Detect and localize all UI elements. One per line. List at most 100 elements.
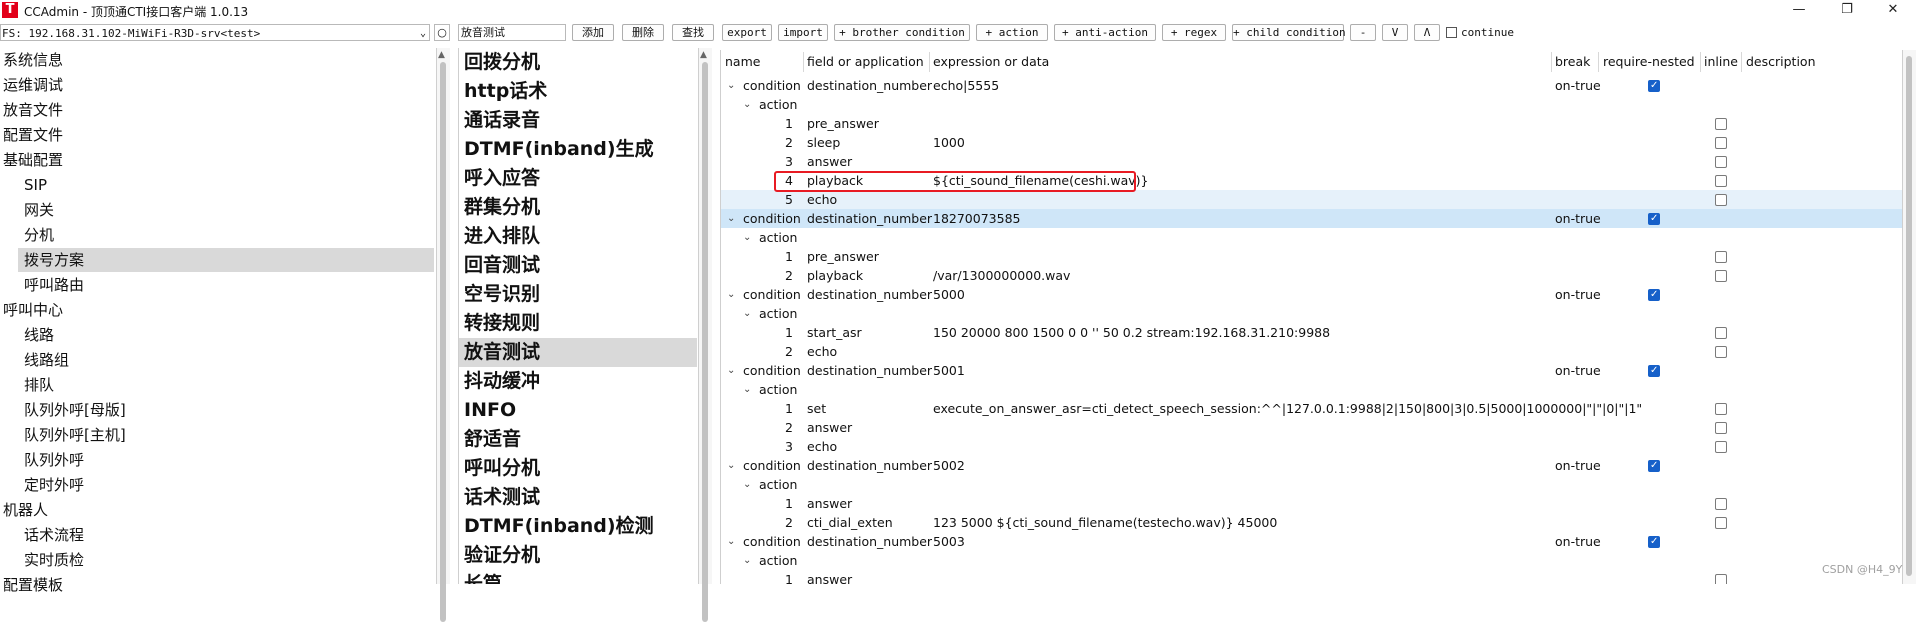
inline-checkbox[interactable] <box>1715 137 1727 149</box>
sidebar-item[interactable]: 呼叫路由 <box>0 273 436 297</box>
chevron-down-icon[interactable]: ⌄ <box>727 285 735 304</box>
dialplan-list-item[interactable]: 呼入应答 <box>459 164 697 193</box>
add-regex-button[interactable]: + regex <box>1162 24 1226 41</box>
sidebar-item[interactable]: 话术流程 <box>0 523 436 547</box>
inline-checkbox[interactable] <box>1715 156 1727 168</box>
chevron-down-icon[interactable]: ⌄ <box>727 361 735 380</box>
tree-row-action-item[interactable]: 2 sleep 1000 <box>721 133 1903 152</box>
column-header-field[interactable]: field or application <box>807 54 924 69</box>
tree-row-condition[interactable]: ⌄ condition destination_number 5000 on-true <box>721 285 1903 304</box>
chevron-down-icon[interactable]: ⌄ <box>727 209 735 228</box>
sidebar-item[interactable]: SIP <box>0 173 436 197</box>
sidebar-item[interactable]: 排队 <box>0 373 436 397</box>
dialplan-list-item[interactable]: INFO <box>459 396 697 425</box>
sidebar-item[interactable]: 配置文件 <box>0 123 436 147</box>
column-header-description[interactable]: description <box>1746 54 1816 69</box>
tree-row-action-item[interactable]: 1 answer <box>721 494 1903 513</box>
chevron-down-icon[interactable]: ⌄ <box>743 475 751 494</box>
close-button[interactable]: ✕ <box>1870 0 1916 20</box>
tree-row-action-item[interactable]: 1 pre_answer <box>721 247 1903 266</box>
sidebar-item[interactable]: 队列外呼 <box>0 448 436 472</box>
dialplan-list-item[interactable]: 放音测试 <box>459 338 697 367</box>
dialplan-list-item[interactable]: 话术测试 <box>459 483 697 512</box>
inline-checkbox[interactable] <box>1715 422 1727 434</box>
minimize-button[interactable]: — <box>1776 0 1822 20</box>
export-button[interactable]: export <box>722 24 772 41</box>
inline-checkbox[interactable] <box>1715 346 1727 358</box>
dialplan-list-item[interactable]: DTMF(inband)检测 <box>459 512 697 541</box>
tree-row-action-group[interactable]: ⌄ action <box>721 304 1903 323</box>
fs-server-select[interactable]: FS: 192.168.31.102-MiWiFi-R3D-srv<test> … <box>0 24 430 41</box>
continue-checkbox[interactable] <box>1446 27 1457 38</box>
tree-scrollbar[interactable] <box>1902 50 1916 584</box>
column-header-expression[interactable]: expression or data <box>933 54 1049 69</box>
dialplan-scrollbar[interactable]: ▲ <box>698 48 712 622</box>
tree-row-action-item[interactable]: 2 echo <box>721 342 1903 361</box>
chevron-down-icon[interactable]: ⌄ <box>743 228 751 247</box>
dialplan-list-item[interactable]: http话术 <box>459 77 697 106</box>
move-down-button[interactable]: V <box>1382 24 1408 41</box>
dialplan-list-item[interactable]: 抖动缓冲 <box>459 367 697 396</box>
sidebar-item[interactable]: 实时质检 <box>0 548 436 572</box>
find-button[interactable]: 查找 <box>672 24 714 41</box>
tree-row-action-item[interactable]: 3 echo <box>721 437 1903 456</box>
chevron-down-icon[interactable]: ⌄ <box>727 456 735 475</box>
inline-checkbox[interactable] <box>1715 498 1727 510</box>
inline-checkbox[interactable] <box>1715 175 1727 187</box>
require-nested-checkbox[interactable] <box>1648 209 1660 228</box>
chevron-down-icon[interactable]: ⌄ <box>743 551 751 570</box>
add-child-condition-button[interactable]: + child condition <box>1232 24 1346 41</box>
inline-checkbox[interactable] <box>1715 574 1727 584</box>
sidebar-scrollbar[interactable]: ▲ <box>436 48 450 622</box>
tree-row-action-item[interactable]: 3 answer <box>721 152 1903 171</box>
add-anti-action-button[interactable]: + anti-action <box>1054 24 1156 41</box>
column-header-break[interactable]: break <box>1555 54 1590 69</box>
sidebar-item[interactable]: 分机 <box>0 223 436 247</box>
sidebar-item[interactable]: 机器人 <box>0 498 436 522</box>
scroll-thumb[interactable] <box>440 62 446 622</box>
tree-row-action-item[interactable]: 1 set execute_on_answer_asr=cti_detect_spe… <box>721 399 1903 418</box>
require-nested-checkbox[interactable] <box>1648 456 1660 475</box>
column-header-inline[interactable]: inline <box>1704 54 1738 69</box>
dialplan-list-item[interactable]: 通话录音 <box>459 106 697 135</box>
inline-checkbox[interactable] <box>1715 270 1727 282</box>
tree-row-action-group[interactable]: ⌄ action <box>721 475 1903 494</box>
tree-row-action-group[interactable]: ⌄ action <box>721 95 1903 114</box>
sidebar-item[interactable]: 配置模板 <box>0 573 436 597</box>
chevron-down-icon[interactable]: ⌄ <box>743 380 751 399</box>
tree-row-action-item[interactable]: 2 playback/var/1300000000.wav <box>721 266 1903 285</box>
maximize-button[interactable]: ❐ <box>1824 0 1870 20</box>
tree-row-action-item[interactable]: 1 pre_answer <box>721 114 1903 133</box>
tree-row-action-item[interactable]: 1 answer <box>721 570 1903 584</box>
tree-row-condition[interactable]: ⌄ condition destination_number 18270073585 o… <box>721 209 1903 228</box>
chevron-down-icon[interactable]: ⌄ <box>743 95 751 114</box>
inline-checkbox[interactable] <box>1715 441 1727 453</box>
add-brother-condition-button[interactable]: + brother condition <box>834 24 970 41</box>
search-input[interactable]: 放音测试 <box>458 24 566 41</box>
import-button[interactable]: import <box>778 24 828 41</box>
sidebar-item[interactable]: 队列外呼[主机] <box>0 423 436 447</box>
sidebar-item[interactable]: 队列外呼[母版] <box>0 398 436 422</box>
tree-row-action-item[interactable]: 5 echo <box>721 190 1903 209</box>
require-nested-checkbox[interactable] <box>1648 532 1660 551</box>
dialplan-list-item[interactable]: 回音测试 <box>459 251 697 280</box>
sidebar-item[interactable]: 拨号方案 <box>0 248 436 272</box>
chevron-down-icon[interactable]: ⌄ <box>727 76 735 95</box>
dialplan-list-item[interactable]: 空号识别 <box>459 280 697 309</box>
remove-button[interactable]: - <box>1350 24 1376 41</box>
sidebar-item[interactable]: 系统信息 <box>0 48 436 72</box>
delete-button[interactable]: 删除 <box>622 24 664 41</box>
inline-checkbox[interactable] <box>1715 327 1727 339</box>
inline-checkbox[interactable] <box>1715 403 1727 415</box>
sidebar-item[interactable]: 呼叫中心 <box>0 298 436 322</box>
require-nested-checkbox[interactable] <box>1648 285 1660 304</box>
require-nested-checkbox[interactable] <box>1648 76 1660 95</box>
tree-row-action-item[interactable]: 2 answer <box>721 418 1903 437</box>
dialplan-list-item[interactable]: 进入排队 <box>459 222 697 251</box>
sidebar-item[interactable]: 网关 <box>0 198 436 222</box>
scroll-thumb[interactable] <box>702 62 708 622</box>
move-up-button[interactable]: Λ <box>1414 24 1440 41</box>
dialplan-list-item[interactable]: 回拨分机 <box>459 48 697 77</box>
scroll-thumb[interactable] <box>1906 56 1912 576</box>
sidebar-item[interactable]: 线路组 <box>0 348 436 372</box>
